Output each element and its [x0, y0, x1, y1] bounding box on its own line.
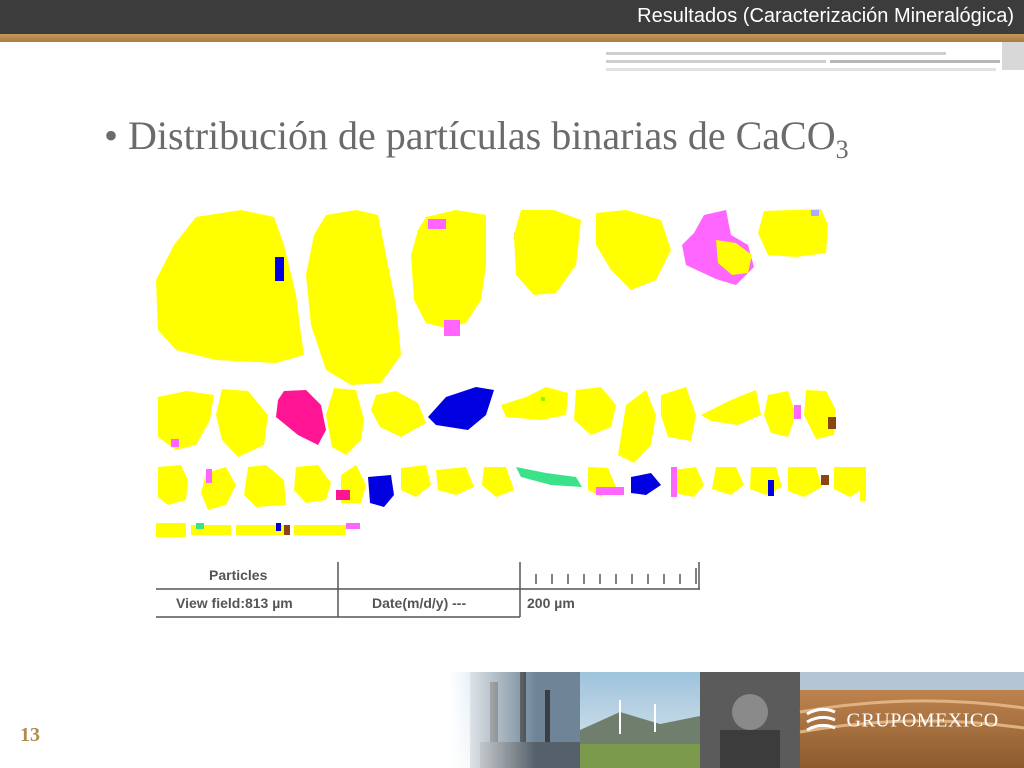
- particle: [674, 467, 704, 497]
- particle: [276, 390, 326, 445]
- particle: [371, 391, 426, 437]
- logo-text: GRUPOMEXICO: [846, 709, 999, 732]
- particle: [294, 525, 346, 535]
- particle: [828, 417, 836, 429]
- particle: [514, 210, 581, 295]
- particle: [401, 465, 431, 497]
- particle: [206, 469, 212, 483]
- particle: [306, 210, 401, 385]
- particle: [788, 467, 822, 497]
- date-label: Date(m/d/y) ---: [372, 595, 467, 611]
- header-title: Resultados (Caracterización Mineralógica…: [637, 5, 1014, 27]
- particles-label: Particles: [209, 567, 268, 583]
- particle: [326, 388, 364, 455]
- header-deco-line: [606, 52, 946, 55]
- particle: [284, 525, 290, 535]
- header-deco-line: [830, 60, 1000, 63]
- particle: [821, 475, 829, 485]
- header-accent-line: [0, 34, 1024, 42]
- scale-label: 200 µm: [527, 595, 575, 611]
- particle: [368, 475, 394, 507]
- particle: [158, 391, 214, 450]
- particle: [444, 320, 460, 336]
- particle: [156, 523, 186, 537]
- bullet-text: Distribución de partículas binarias de C…: [128, 113, 836, 158]
- particle: [501, 387, 568, 420]
- particle: [764, 391, 796, 437]
- particle: [618, 390, 656, 463]
- particle: [244, 465, 286, 507]
- particle: [596, 487, 624, 495]
- particle-map-image: [156, 209, 866, 537]
- particle: [631, 473, 661, 495]
- particle: [768, 480, 774, 496]
- header-deco-line: [606, 68, 996, 71]
- bullet-subscript: 3: [835, 135, 849, 164]
- slide-bullet: • Distribución de partículas binarias de…: [104, 113, 849, 164]
- particle: [712, 467, 744, 495]
- particle: [516, 467, 582, 487]
- particle: [541, 397, 545, 401]
- view-field-label: View field:813 µm: [176, 595, 293, 611]
- particle: [758, 209, 828, 257]
- particle: [346, 523, 360, 529]
- logo-icon: [806, 707, 836, 732]
- header-deco-line: [1002, 42, 1024, 70]
- particle: [171, 439, 179, 447]
- particle: [428, 387, 494, 430]
- particle: [436, 467, 474, 495]
- company-logo: GRUPOMEXICO: [805, 706, 999, 736]
- particle: [574, 387, 616, 435]
- particle: [811, 210, 819, 216]
- particle: [336, 490, 350, 500]
- particle: [428, 219, 446, 229]
- header-bar: Resultados (Caracterización Mineralógica…: [0, 0, 1024, 34]
- particle: [294, 465, 331, 503]
- particle: [411, 210, 486, 328]
- particle: [804, 390, 836, 439]
- particle: [596, 210, 671, 290]
- particle: [671, 467, 677, 497]
- particle: [276, 523, 281, 531]
- particle: [860, 467, 866, 501]
- particle: [216, 389, 268, 457]
- scale-ruler: [535, 568, 697, 584]
- particle: [156, 210, 304, 363]
- particle: [482, 467, 514, 497]
- page-number: 13: [20, 724, 40, 746]
- header-deco-line: [606, 60, 826, 63]
- particle: [661, 387, 696, 441]
- particle: [196, 523, 204, 529]
- particle: [750, 467, 782, 495]
- particle: [158, 465, 188, 505]
- particle: [794, 405, 801, 419]
- particle: [275, 257, 284, 281]
- particle: [701, 390, 761, 425]
